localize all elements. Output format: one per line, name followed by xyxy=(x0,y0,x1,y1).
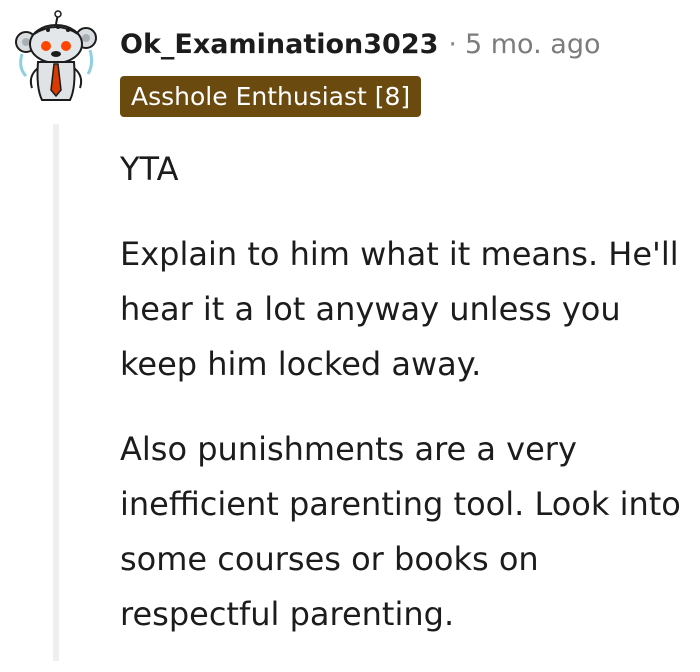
thread-collapse-line[interactable] xyxy=(53,124,59,661)
comment-paragraph: Also punishments are a very inefficient … xyxy=(120,430,681,633)
username-link[interactable]: Ok_Examination3023 xyxy=(120,29,438,60)
comment-paragraph: Explain to him what it means. He'll hear… xyxy=(120,235,679,383)
user-flair-badge: Asshole Enthusiast [8] xyxy=(120,76,422,117)
comment: Ok_Examination3023 · 5 mo. ago Asshole E… xyxy=(0,0,700,661)
comment-body: YTA Explain to him what it means. He'll … xyxy=(120,142,690,672)
meta-separator: · xyxy=(448,28,457,60)
timestamp-link[interactable]: 5 mo. ago xyxy=(465,29,600,60)
user-avatar-icon[interactable] xyxy=(14,10,98,104)
comment-paragraph: YTA xyxy=(120,150,179,188)
comment-header: Ok_Examination3023 · 5 mo. ago xyxy=(120,24,600,64)
